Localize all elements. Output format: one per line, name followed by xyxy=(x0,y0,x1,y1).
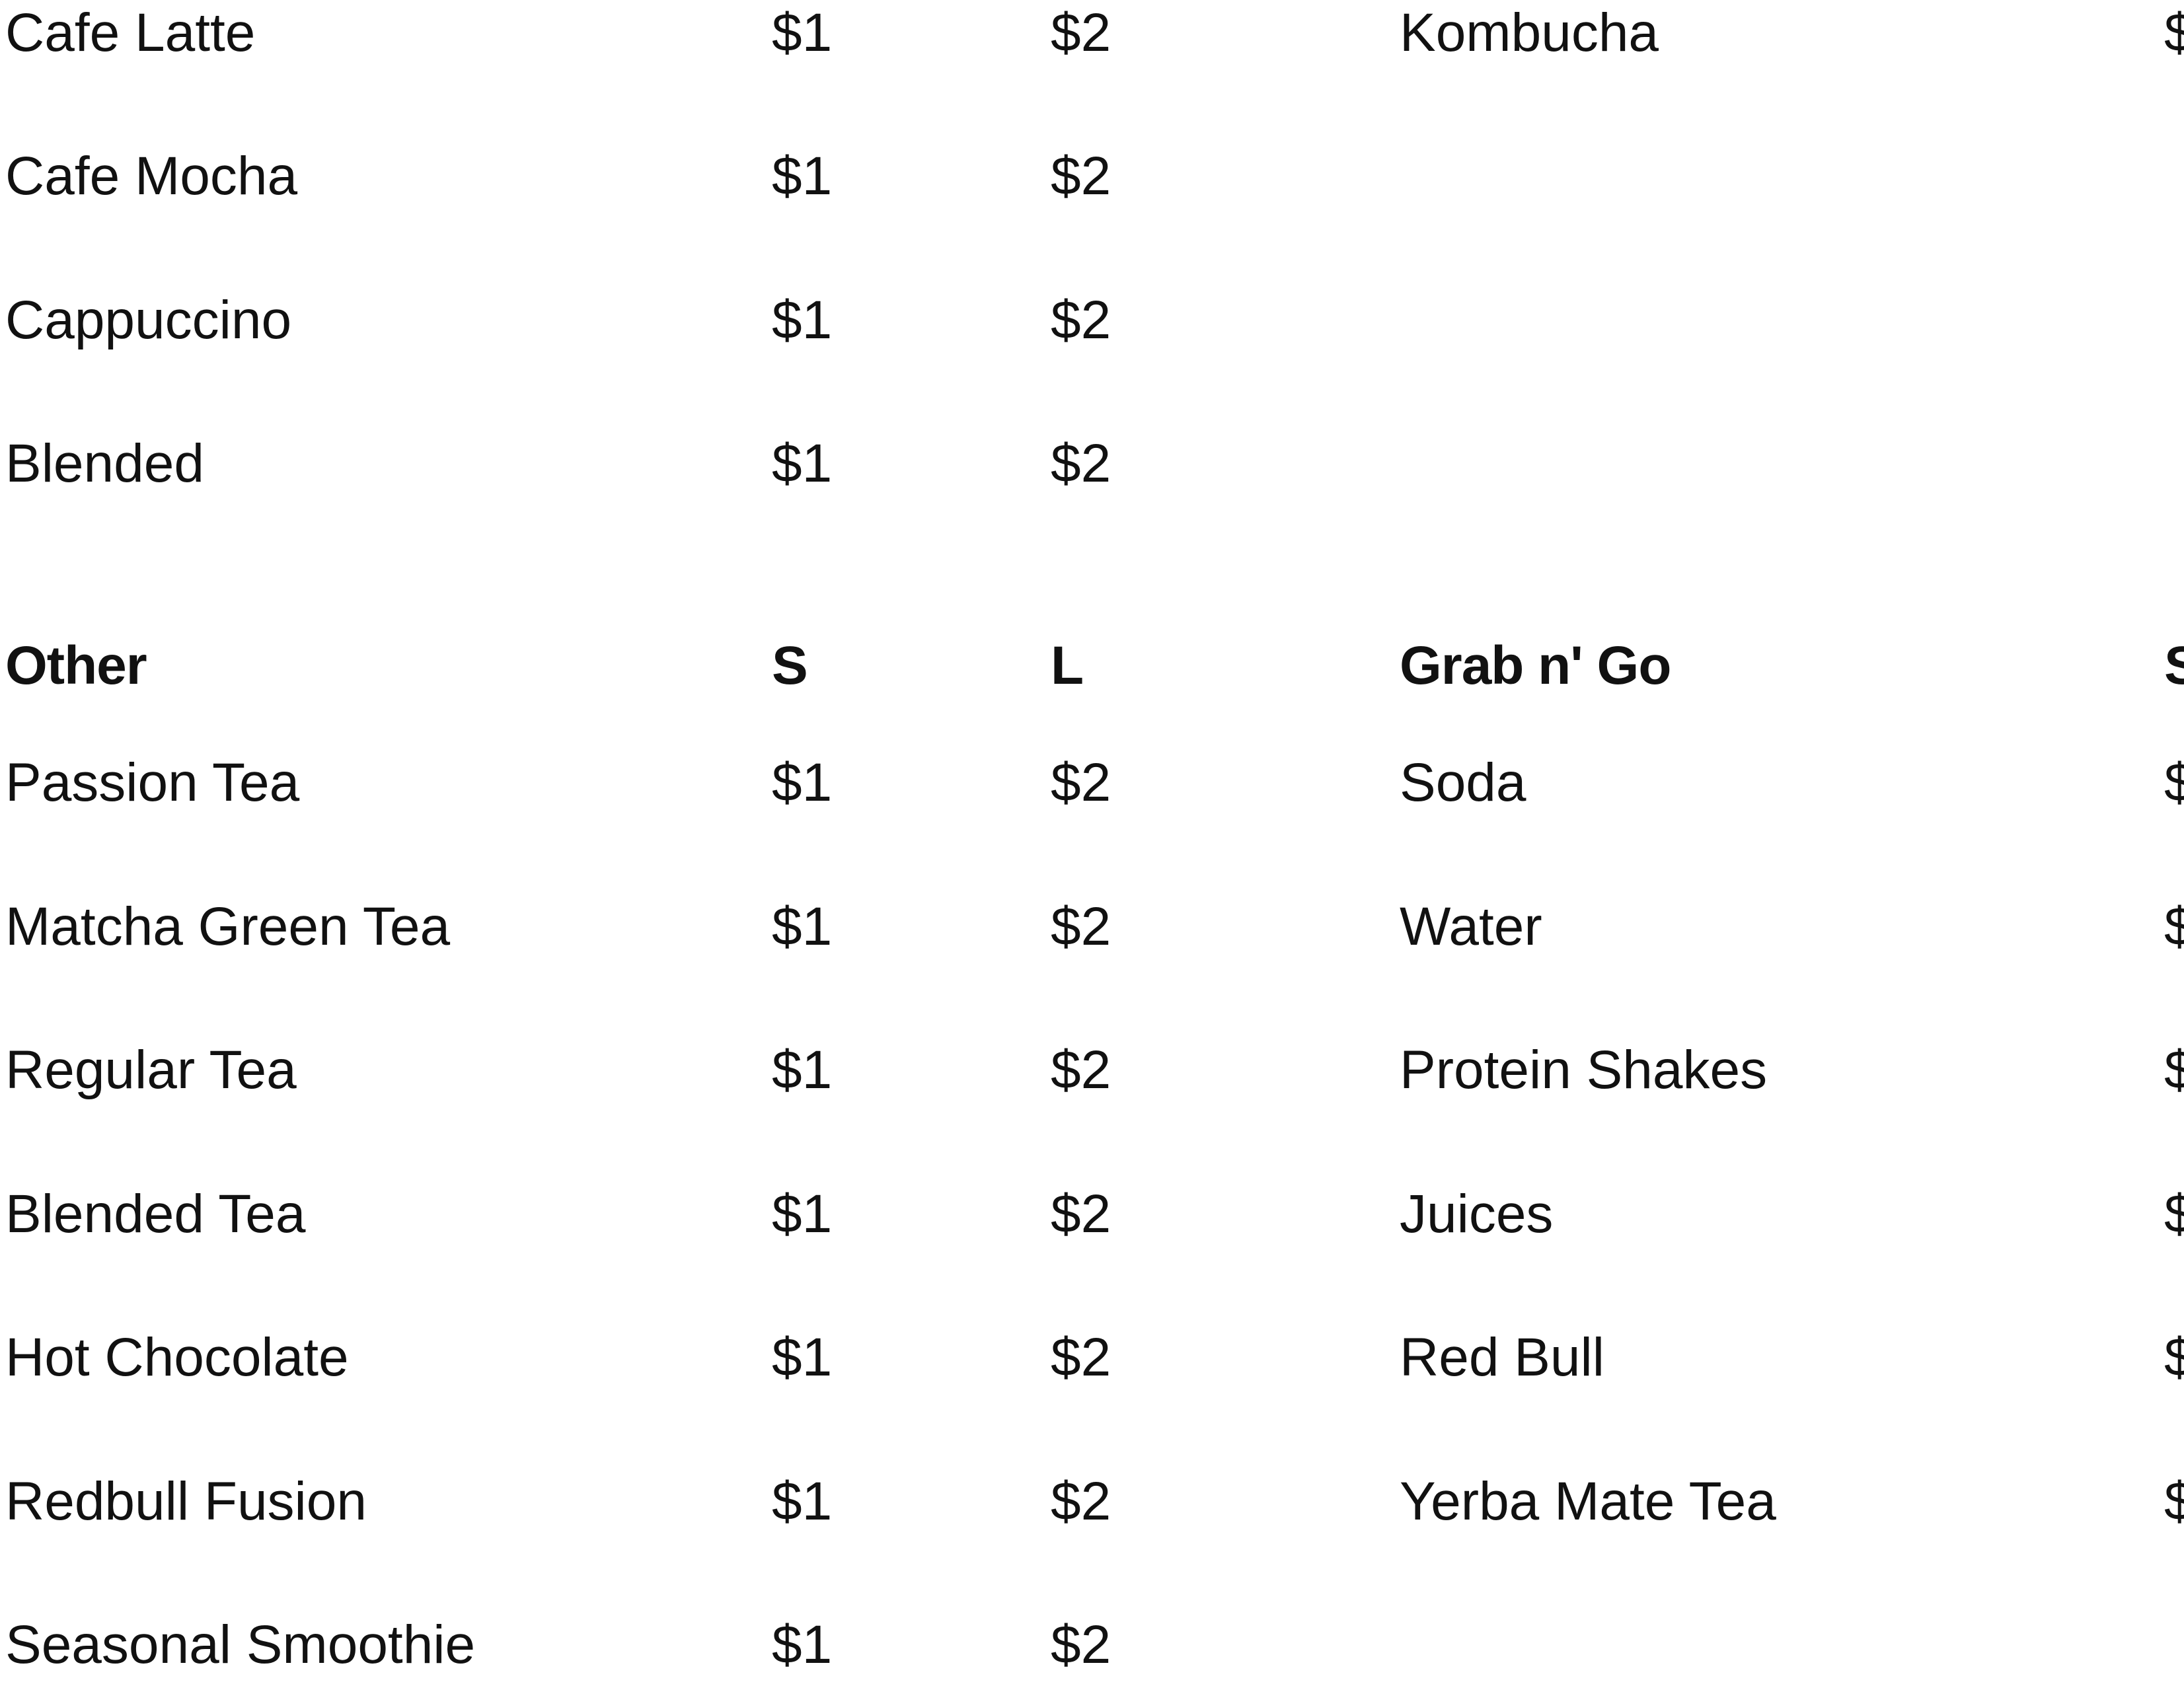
item-price-large: $2 xyxy=(1051,897,1111,957)
column-header-large: L xyxy=(1051,636,1084,696)
item-price-small: $ xyxy=(2164,897,2184,957)
item-price-small: $1 xyxy=(772,290,833,350)
item-name: Water xyxy=(1400,897,1542,957)
item-price-small: $ xyxy=(2164,1040,2184,1100)
item-price-small: $ xyxy=(2164,1471,2184,1531)
item-name: Regular Tea xyxy=(5,1040,297,1100)
item-name: Soda xyxy=(1400,752,1526,813)
item-price-small: $1 xyxy=(772,752,833,813)
section-title: Grab n' Go xyxy=(1400,636,1671,696)
item-name: Passion Tea xyxy=(5,752,300,813)
item-price-large: $2 xyxy=(1051,1184,1111,1244)
item-price-large: $2 xyxy=(1051,1327,1111,1387)
column-header-small: S xyxy=(772,636,808,696)
item-name: Kombucha xyxy=(1400,3,1659,63)
item-name: Cafe Mocha xyxy=(5,146,298,206)
item-price-small: $1 xyxy=(772,1040,833,1100)
item-price-large: $2 xyxy=(1051,1040,1111,1100)
item-name: Redbull Fusion xyxy=(5,1471,367,1531)
item-name: Blended xyxy=(5,433,204,494)
item-price-small: $1 xyxy=(772,3,833,63)
item-price-small: $1 xyxy=(772,897,833,957)
item-price-large: $2 xyxy=(1051,290,1111,350)
item-name: Matcha Green Tea xyxy=(5,897,451,957)
item-price-small: $1 xyxy=(772,146,833,206)
item-name: Blended Tea xyxy=(5,1184,306,1244)
item-name: Red Bull xyxy=(1400,1327,1604,1387)
item-price-small: $1 xyxy=(772,1471,833,1531)
item-name: Hot Chocolate xyxy=(5,1327,349,1387)
item-price-small: $1 xyxy=(772,433,833,494)
item-price-large: $2 xyxy=(1051,146,1111,206)
item-price-small: $1 xyxy=(772,1327,833,1387)
item-price-large: $2 xyxy=(1051,752,1111,813)
item-price-small: $1 xyxy=(772,1615,833,1675)
item-name: Yerba Mate Tea xyxy=(1400,1471,1776,1531)
item-price-small: $ xyxy=(2164,3,2184,63)
item-price-small: $1 xyxy=(772,1184,833,1244)
item-name: Cafe Latte xyxy=(5,3,256,63)
item-name: Juices xyxy=(1400,1184,1554,1244)
item-price-small: $ xyxy=(2164,752,2184,813)
item-price-large: $2 xyxy=(1051,433,1111,494)
item-price-large: $2 xyxy=(1051,1471,1111,1531)
column-header-small: S xyxy=(2164,636,2184,696)
item-price-large: $2 xyxy=(1051,3,1111,63)
item-price-small: $ xyxy=(2164,1184,2184,1244)
section-title: Other xyxy=(5,636,147,696)
item-name: Protein Shakes xyxy=(1400,1040,1768,1100)
item-price-small: $ xyxy=(2164,1327,2184,1387)
item-name: Cappuccino xyxy=(5,290,292,350)
item-price-large: $2 xyxy=(1051,1615,1111,1675)
item-name: Seasonal Smoothie xyxy=(5,1615,476,1675)
